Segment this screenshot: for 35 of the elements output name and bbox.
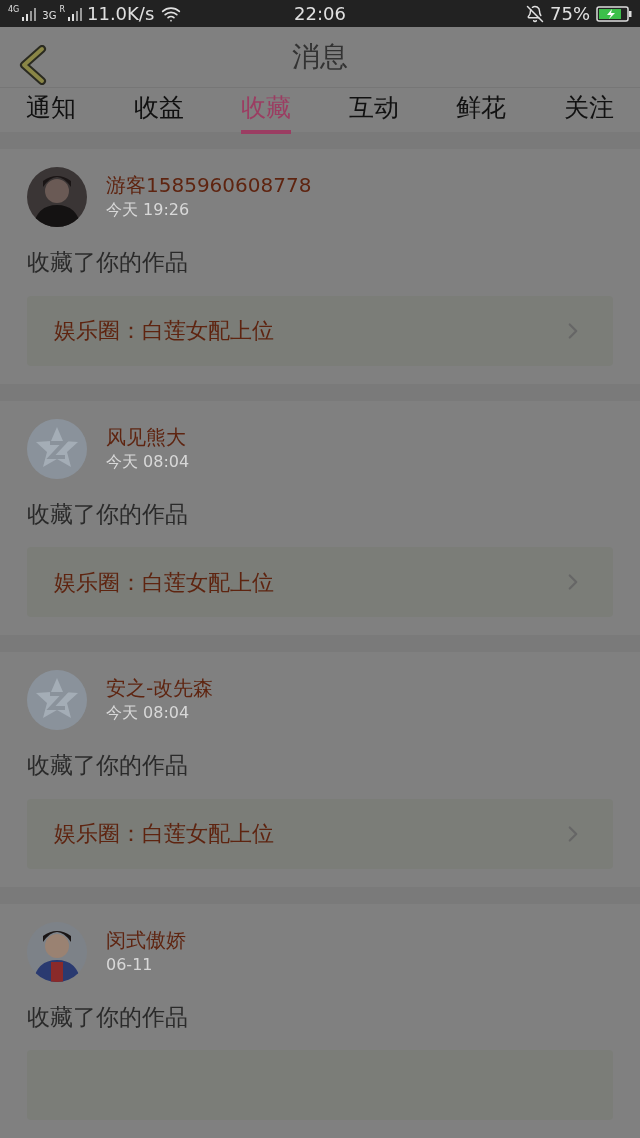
message-time: 今天 08:04 (106, 450, 190, 473)
message-text: 收藏了你的作品 (27, 499, 189, 529)
message-text: 收藏了你的作品 (27, 751, 189, 780)
back-icon (18, 45, 48, 85)
battery-icon (596, 5, 632, 22)
work-link[interactable]: 娱乐圈：白莲女配上位 (27, 798, 613, 869)
tab[interactable]: 互动 (348, 88, 399, 135)
message-text: 收藏了你的作品 (27, 1002, 189, 1032)
network-type: 3G (42, 9, 57, 23)
message-time: 今天 19:26 (106, 199, 191, 221)
user-name[interactable]: 风见熊大 (106, 423, 190, 450)
clock: 22:06 (293, 2, 347, 26)
default-avatar-icon (27, 670, 87, 730)
signal-icon (22, 6, 37, 21)
default-avatar-icon (27, 418, 87, 479)
tab[interactable]: 关注 (563, 88, 614, 135)
bell-off-icon (526, 4, 544, 23)
battery-percent: 75% (550, 2, 590, 26)
tab[interactable]: 鲜花 (456, 88, 507, 135)
user-name[interactable]: 安之-改先森 (106, 675, 214, 701)
message-text: 收藏了你的作品 (27, 248, 189, 277)
network-type: 4G (8, 4, 20, 16)
work-link[interactable]: 娱乐圈：白莲女配上位 (27, 547, 613, 617)
tab[interactable]: 通知 (26, 88, 76, 135)
work-link[interactable]: 娱乐圈：白莲女配上位 (27, 295, 613, 366)
message-time: 今天 08:04 (106, 702, 191, 724)
message-time: 06-11 (106, 953, 154, 976)
signal-icon (68, 6, 82, 21)
network-speed: 11.0K/s (87, 2, 155, 26)
roaming-mark: R (59, 4, 65, 16)
tab[interactable]: 收藏 (241, 88, 292, 135)
user-name[interactable]: 闵式傲娇 (106, 926, 186, 953)
user-name[interactable]: 游客1585960608778 (106, 172, 312, 198)
page-title: 消息 (292, 39, 348, 76)
tab[interactable]: 收益 (133, 88, 184, 135)
